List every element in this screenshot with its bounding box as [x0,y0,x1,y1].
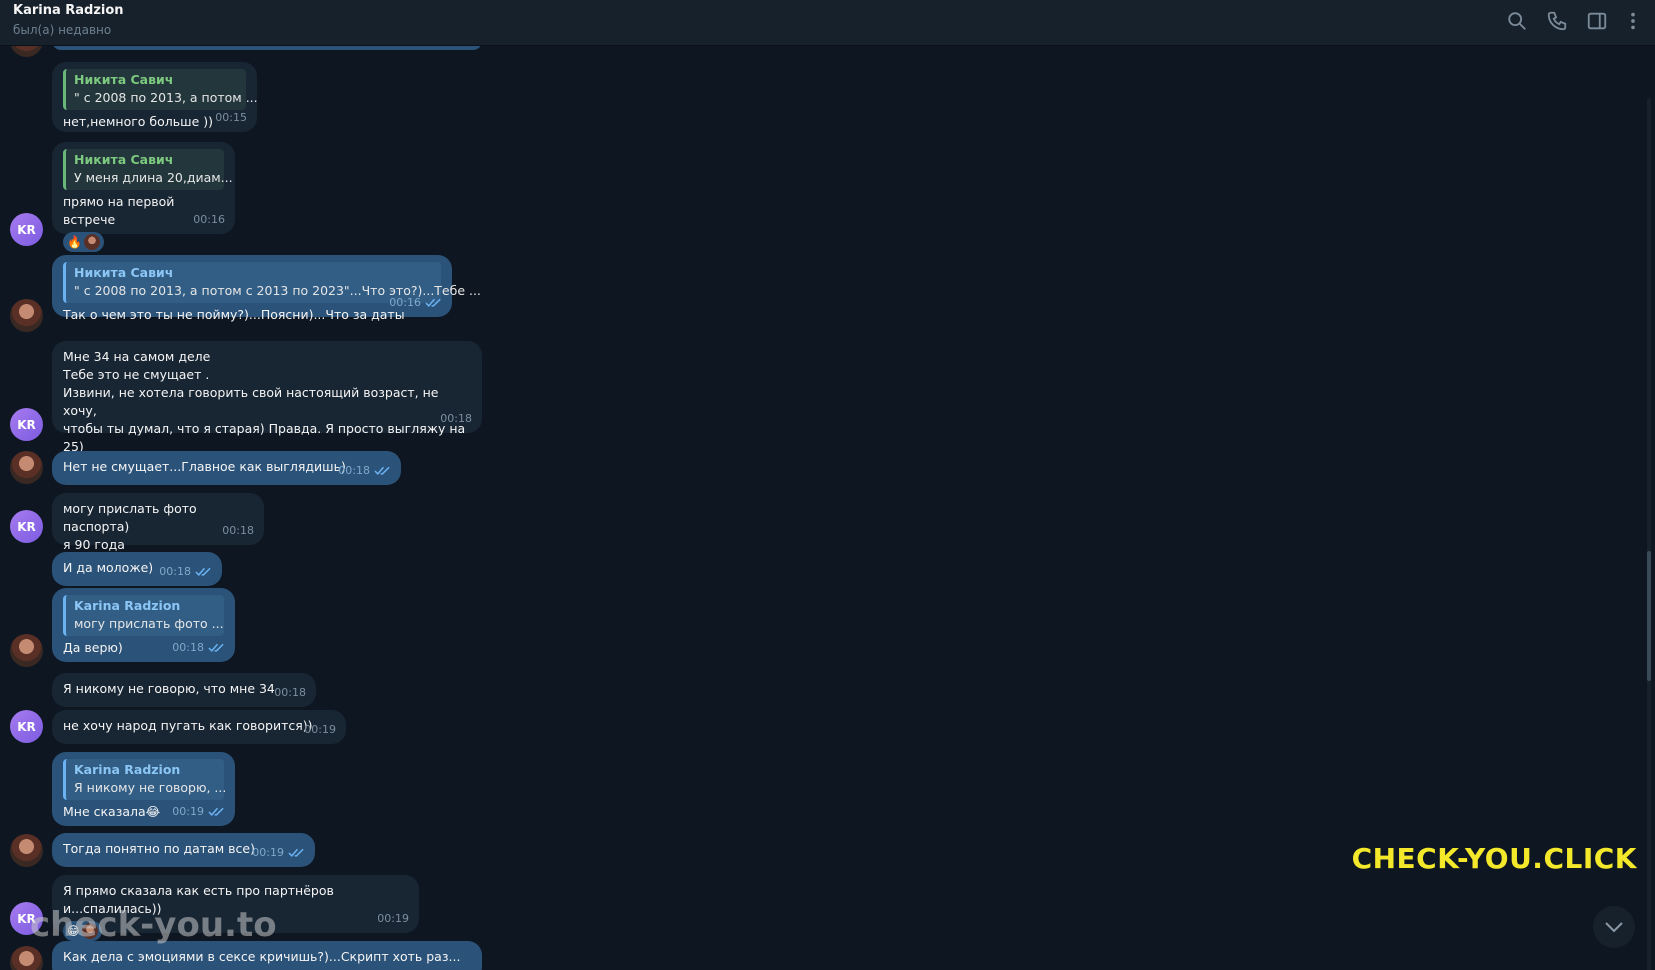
search-icon[interactable] [1506,10,1528,32]
reply-quote[interactable]: Karina Radzion могу прислать фото ... [63,595,224,636]
message-bubble[interactable]: Никита Савич " с 2008 по 2013, а потом .… [52,62,258,132]
chat-status: был(а) недавно [13,23,112,37]
message-text: Как дела с эмоциями в сексе кричишь?)...… [63,949,461,964]
message-time: 00:16 [389,296,421,309]
reply-text: " с 2008 по 2013, а потом ... [74,90,258,105]
reaction-emoji: 🔥 [67,235,82,249]
message-bubble[interactable]: Мне 34 на самом деле Тебе это не смущает… [52,341,482,454]
reply-text: Я никому не говорю, ... [74,780,227,795]
message-time: 00:18 [159,565,191,578]
reply-quote[interactable]: Никита Савич " с 2008 по 2013, а потом .… [63,69,258,110]
reply-author: Karina Radzion [74,762,181,777]
message-text: Так о чем это ты не пойму?)...Поясни)...… [63,307,405,322]
avatar[interactable]: KR [10,710,43,743]
read-checks-icon [208,807,224,816]
message-time: 00:16 [193,213,225,226]
avatar[interactable] [10,634,43,667]
avatar[interactable]: KR [10,510,43,543]
message-time: 00:15 [215,111,247,124]
message-time: 00:19 [252,846,284,859]
message-time: 00:18 [172,641,204,654]
more-icon[interactable] [1622,10,1644,32]
avatar[interactable]: KR [10,408,43,441]
reply-quote[interactable]: Никита Савич " с 2008 по 2013, а потом с… [63,262,481,303]
scroll-down-button[interactable] [1593,906,1635,948]
message-bubble[interactable]: Karina Radzion Я никому не говорю, ... М… [52,752,235,826]
message-time: 00:19 [172,805,204,818]
avatar[interactable] [10,451,43,484]
phone-icon[interactable] [1546,10,1568,32]
sidebar-toggle-icon[interactable] [1586,10,1608,32]
avatar[interactable] [10,834,43,867]
chat-header: Karina Radzion был(а) недавно [0,0,1655,46]
watermark-text: CHECK-YOU.CLICK [1351,842,1637,875]
message-text: не хочу народ пугать как говорится)) [63,718,313,733]
avatar[interactable]: KR [10,213,43,246]
reply-author: Karina Radzion [74,598,181,613]
reply-author: Никита Савич [74,152,174,167]
reply-text: могу прислать фото ... [74,616,224,631]
message-bubble[interactable]: Нет не смущает...Главное как выглядишь) … [52,451,401,485]
message-bubble[interactable] [52,46,482,50]
read-checks-icon [425,298,441,307]
message-bubble[interactable]: Тогда понятно по датам все) 00:19 [52,833,315,867]
read-checks-icon [288,848,304,857]
chevron-down-icon [1605,922,1623,933]
message-text: Мне 34 на самом деле Тебе это не смущает… [63,349,466,454]
reply-author: Никита Савич [74,265,174,280]
watermark-text: check-you.to [30,905,277,945]
read-checks-icon [374,466,390,475]
message-time: 00:19 [377,912,409,925]
scrollbar-track[interactable] [1647,98,1651,970]
reply-text: " с 2008 по 2013, а потом с 2013 по 2023… [74,283,481,298]
reaction-chip[interactable]: 🔥 [63,232,104,252]
reply-quote[interactable]: Karina Radzion Я никому не говорю, ... [63,759,227,800]
message-bubble[interactable]: Karina Radzion могу прислать фото ... Да… [52,588,235,662]
avatar[interactable] [10,946,43,970]
reply-quote[interactable]: Никита Савич У меня длина 20,диам... [63,149,233,190]
avatar[interactable] [10,46,43,57]
message-text: Я никому не говорю, что мне 34 [63,681,275,696]
message-time: 00:19 [304,723,336,736]
message-time: 00:18 [440,412,472,425]
message-bubble[interactable]: И да моложе) 00:18 [52,552,222,586]
message-time: 00:18 [274,686,306,699]
message-bubble[interactable]: не хочу народ пугать как говорится)) 00:… [52,710,346,744]
message-list[interactable]: Никита Савич " с 2008 по 2013, а потом .… [0,46,1655,970]
read-checks-icon [208,643,224,652]
message-time: 00:18 [338,464,370,477]
avatar[interactable] [10,299,43,332]
message-bubble[interactable]: Как дела с эмоциями в сексе кричишь?)...… [52,941,482,970]
message-bubble[interactable]: Никита Савич " с 2008 по 2013, а потом с… [52,255,481,322]
scrollbar-thumb[interactable] [1647,551,1651,681]
reply-author: Никита Савич [74,72,174,87]
reaction-avatar [83,234,100,250]
message-bubble[interactable]: Никита Савич У меня длина 20,диам... пря… [52,142,235,252]
message-time: 00:18 [222,524,254,537]
message-bubble[interactable]: могу прислать фото паспорта) я 90 года 0… [52,493,264,552]
chat-title[interactable]: Karina Radzion [13,3,124,18]
reply-text: У меня длина 20,диам... [74,170,233,185]
read-checks-icon [195,567,211,576]
message-bubble[interactable]: Я никому не говорю, что мне 34 00:18 [52,673,316,707]
